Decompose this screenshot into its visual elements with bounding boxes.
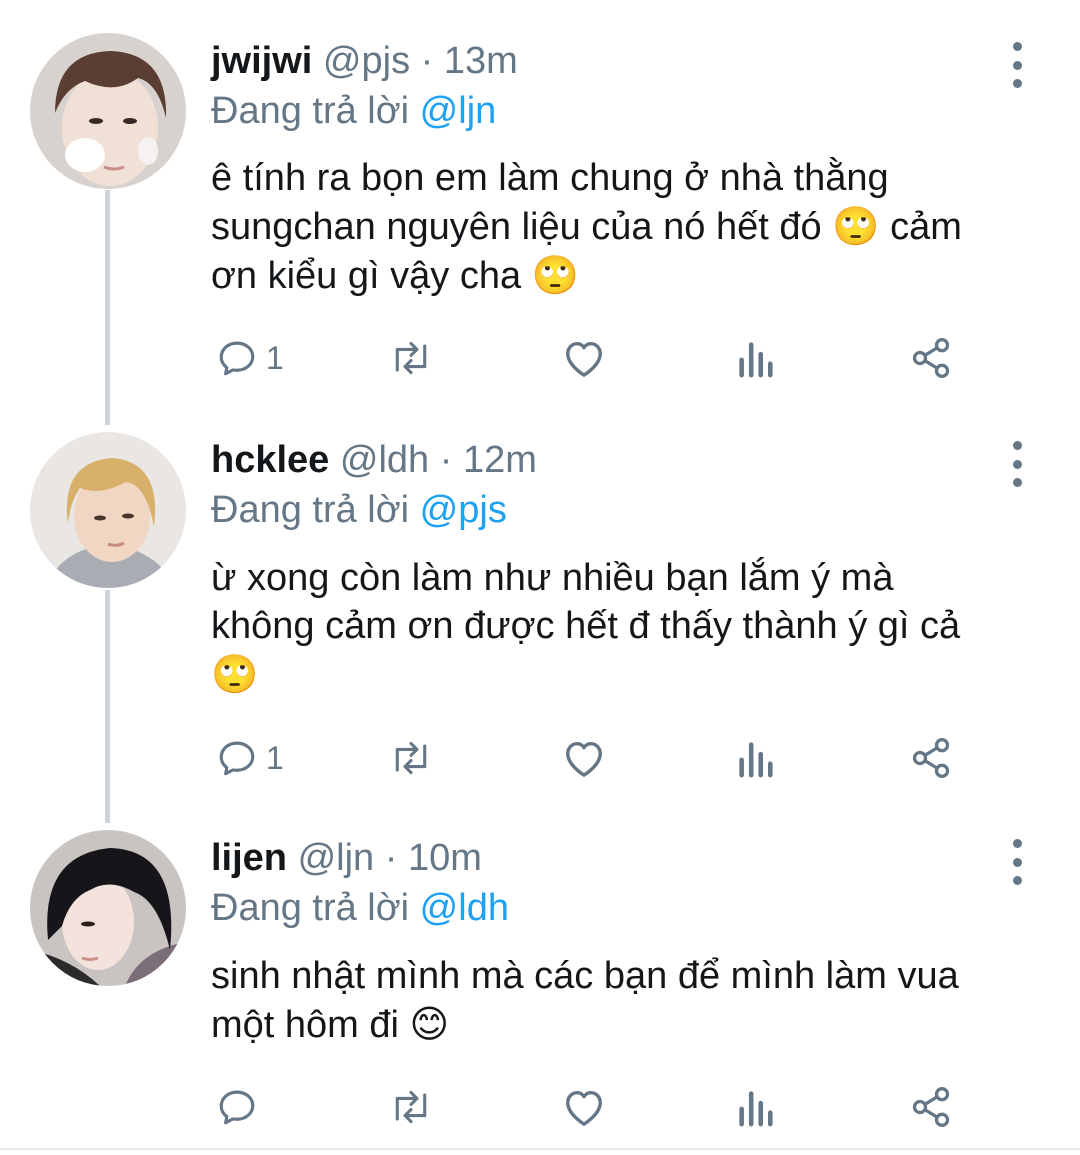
like-button[interactable] (561, 1082, 607, 1132)
retweet-arrows-icon (395, 341, 427, 375)
tweet-text-span: ơn kiểu gì vậy cha (211, 255, 522, 297)
tweet-text-line: sungchan nguyên liệu của nó hết đó 🙄 cảm (211, 202, 1051, 251)
user-handle[interactable]: @ldh (340, 439, 429, 481)
share-button[interactable] (909, 333, 953, 383)
divider (0, 1148, 1080, 1150)
separator-dot: · (420, 40, 434, 82)
more-options-icon[interactable] (1003, 441, 1031, 487)
tweet-text: sinh nhật mình mà các bạn để mình làm vu… (211, 952, 1051, 1049)
analytics-button[interactable] (735, 1082, 775, 1132)
analytics-button[interactable] (735, 333, 775, 383)
heart-icon (566, 341, 602, 377)
reply-count: 1 (266, 739, 284, 776)
like-button[interactable] (561, 333, 607, 383)
speech-bubble-icon (219, 741, 255, 776)
speech-bubble-icon (219, 341, 255, 376)
reply-button[interactable]: 1 (216, 733, 284, 783)
tweet-text: ừ xong còn làm như nhiều bạn lắm ý mà kh… (211, 554, 1051, 699)
reply-count: 1 (266, 339, 284, 376)
smiling-emoji: 😊 (409, 1002, 450, 1046)
bar-chart-icon (739, 342, 773, 378)
mention-link[interactable]: @ljn (420, 90, 497, 132)
tweet-text: ê tính ra bọn em làm chung ở nhà thằng s… (211, 154, 1051, 300)
retweet-button[interactable] (387, 333, 435, 383)
avatar[interactable] (30, 830, 186, 986)
tweet[interactable]: lijen @ljn · 10m Đang trả lời @ldh sinh … (0, 820, 1080, 1148)
avatar[interactable] (30, 33, 186, 189)
replying-to-label: Đang trả lời (211, 887, 410, 929)
more-options-icon[interactable] (1003, 839, 1031, 885)
tweet-text-line: một hôm đi 😊 (211, 1000, 1051, 1049)
tweet-text-span: sungchan nguyên liệu của nó hết đó (211, 206, 822, 248)
tweet-text-line: sinh nhật mình mà các bạn để mình làm vu… (211, 955, 959, 997)
replying-to-label: Đang trả lời (211, 489, 410, 531)
tweet-actions: 1 (211, 333, 971, 383)
share-button[interactable] (909, 1082, 953, 1132)
tweet-text-line: ừ xong còn làm như nhiều bạn lắm ý mà (211, 557, 894, 599)
user-handle[interactable]: @ljn (298, 837, 375, 879)
share-nodes-icon (912, 338, 950, 378)
separator-dot: · (439, 439, 453, 481)
user-handle[interactable]: @pjs (323, 40, 410, 82)
tweet-text-line: ơn kiểu gì vậy cha 🙄 (211, 251, 1051, 300)
tweet-actions: 1 (211, 733, 971, 783)
reply-button[interactable]: 1 (216, 333, 284, 383)
reply-button[interactable] (216, 1082, 266, 1132)
timestamp[interactable]: 10m (408, 837, 482, 879)
more-options-icon[interactable] (1003, 42, 1031, 88)
replying-to: Đang trả lời @pjs (211, 487, 507, 533)
timestamp[interactable]: 13m (444, 40, 518, 82)
share-button[interactable] (909, 733, 953, 783)
separator-dot: · (384, 837, 398, 879)
tweet-text-span: cảm (890, 206, 962, 248)
timestamp[interactable]: 12m (463, 439, 537, 481)
heart-icon (566, 1090, 602, 1126)
bar-chart-icon (739, 742, 773, 778)
display-name[interactable]: lijen (211, 837, 287, 879)
heart-icon (566, 741, 602, 777)
tweet-text-line: 🙄 (211, 650, 1051, 699)
retweet-button[interactable] (387, 1082, 435, 1132)
tweet-text-line: không cảm ơn được hết đ thấy thành ý gì … (211, 605, 961, 647)
retweet-button[interactable] (387, 733, 435, 783)
display-name[interactable]: hcklee (211, 439, 329, 481)
mention-link[interactable]: @ldh (420, 887, 509, 929)
like-button[interactable] (561, 733, 607, 783)
replying-to-label: Đang trả lời (211, 90, 410, 132)
speech-bubble-icon (219, 1090, 255, 1125)
replying-to: Đang trả lời @ljn (211, 88, 496, 134)
display-name[interactable]: jwijwi (211, 40, 312, 82)
tweet-actions (211, 1082, 971, 1132)
bar-chart-icon (739, 1091, 773, 1127)
tweet[interactable]: jwijwi @pjs · 13m Đang trả lời @ljn ê tí… (0, 0, 1080, 420)
rolling-eyes-emoji: 🙄 (832, 204, 880, 248)
retweet-arrows-icon (395, 1090, 427, 1124)
tweet-header: lijen @ljn · 10m (211, 835, 482, 881)
analytics-button[interactable] (735, 733, 775, 783)
mention-link[interactable]: @pjs (420, 489, 507, 531)
retweet-arrows-icon (395, 741, 427, 775)
avatar[interactable] (30, 432, 186, 588)
share-nodes-icon (912, 1087, 950, 1127)
share-nodes-icon (912, 738, 950, 778)
tweet-text-span: một hôm đi (211, 1004, 399, 1046)
tweet-header: jwijwi @pjs · 13m (211, 38, 518, 84)
rolling-eyes-emoji: 🙄 (211, 652, 259, 696)
tweet-header: hcklee @ldh · 12m (211, 437, 537, 483)
tweet[interactable]: hcklee @ldh · 12m Đang trả lời @pjs ừ xo… (0, 420, 1080, 820)
tweet-text-line: ê tính ra bọn em làm chung ở nhà thằng (211, 157, 889, 199)
replying-to: Đang trả lời @ldh (211, 885, 509, 931)
rolling-eyes-emoji: 🙄 (531, 253, 579, 297)
